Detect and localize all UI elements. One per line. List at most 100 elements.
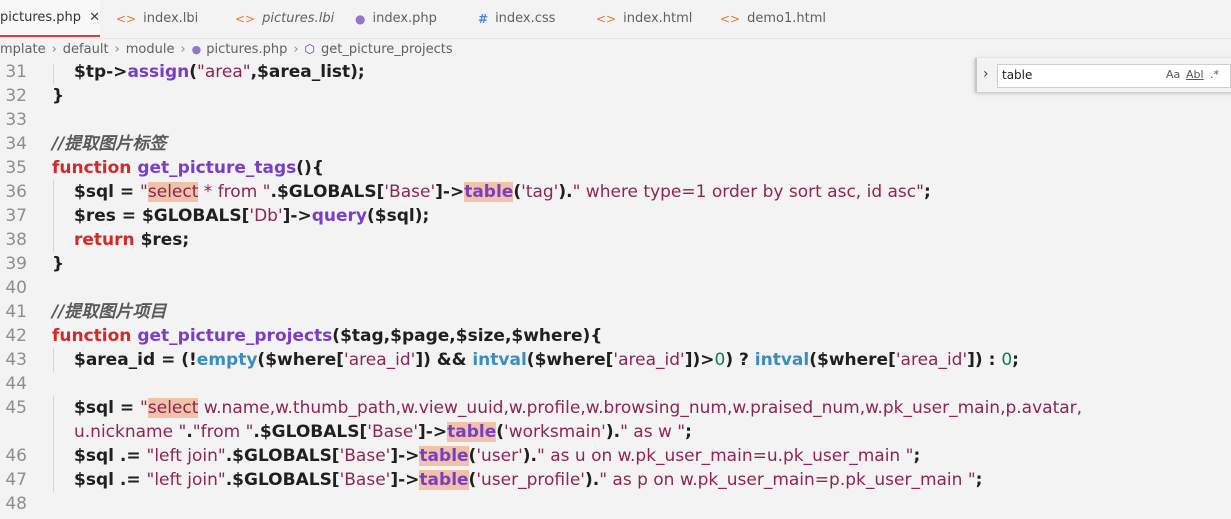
chevron-right-icon: › (180, 41, 186, 57)
indent-guide (53, 444, 54, 468)
code-token: 0 (714, 350, 726, 370)
code-token: ($sql); (366, 206, 430, 226)
code-line[interactable]: 42 function get_picture_projects($tag,$pa… (0, 324, 1231, 348)
method-cube-icon: ⬡ (304, 42, 316, 56)
code-line[interactable]: 47 $sql .= "left join".$GLOBALS['Base']->… (0, 468, 1231, 492)
breadcrumb-item[interactable]: mplate (0, 42, 46, 57)
code-line[interactable]: 38 return $res; (0, 228, 1231, 252)
code-editor[interactable]: 31 $tp->assign("area",$area_list); 32} 33 34… (0, 64, 1231, 519)
breadcrumb-item[interactable]: pictures.php (206, 42, 287, 57)
code-token: ; (913, 446, 921, 466)
match-case-icon[interactable]: Aa (1166, 68, 1180, 81)
tab-label: index.html (623, 11, 693, 26)
code-line[interactable]: 44 (0, 372, 1231, 396)
breadcrumb-item[interactable]: module (126, 42, 175, 57)
chevron-right-icon[interactable]: › (983, 66, 989, 82)
code-token: $sql (74, 470, 114, 490)
code-token: 'area_id' (344, 350, 416, 370)
code-token: table (419, 446, 469, 466)
code-token: intval (472, 350, 527, 370)
code-token: ; (975, 470, 983, 490)
indent-guide (53, 468, 54, 492)
line-number: 45 (5, 398, 27, 418)
html-brackets-icon: <> (596, 11, 617, 26)
tab-pictures-php[interactable]: pictures.php ✕ (0, 0, 100, 37)
code-text: $res = $GLOBALS['Db']->query($sql); (74, 204, 429, 228)
code-token: ). (605, 422, 621, 442)
find-widget: › Aa Abl .* (975, 58, 1231, 92)
code-token: $res (74, 206, 116, 226)
indent-guide (53, 420, 54, 444)
code-token: $sql (74, 182, 114, 202)
code-token: = $GLOBALS[ (115, 206, 250, 226)
regex-icon[interactable]: .* (1210, 68, 1219, 81)
code-line[interactable]: 45 $sql = "select w.name,w.thumb_path,w.v… (0, 396, 1231, 420)
code-line[interactable]: 43 $area_id = (!empty($where['area_id']) … (0, 348, 1231, 372)
code-token: ])> (684, 350, 715, 370)
code-token: 0 (1001, 350, 1013, 370)
find-input[interactable] (1002, 67, 1152, 83)
code-line[interactable]: 33 (0, 108, 1231, 132)
indent-guide (53, 204, 54, 228)
code-line[interactable]: 36 $sql = "select * from ".$GLOBALS['Base… (0, 180, 1231, 204)
tab-index-css[interactable]: # index.css (478, 0, 555, 37)
code-token: ]-> (418, 422, 448, 442)
code-text: $sql .= "left join".$GLOBALS['Base']->ta… (74, 468, 982, 492)
tab-demo1-html[interactable]: <> demo1.html (720, 0, 826, 37)
tab-index-php[interactable]: ● index.php (355, 0, 437, 37)
code-line[interactable]: 34 //提取图片标签 (0, 132, 1231, 156)
line-number: 32 (5, 86, 27, 106)
indent-guide (53, 64, 54, 84)
close-icon[interactable]: ✕ (89, 10, 100, 25)
tab-pictures-lbi[interactable]: <> pictures.lbi (235, 0, 334, 37)
match-whole-word-icon[interactable]: Abl (1186, 68, 1204, 81)
code-text: $tp->assign("area",$area_list); (74, 64, 365, 84)
line-number: 44 (5, 374, 27, 394)
code-token: function (52, 158, 138, 178)
code-line[interactable]: 41 //提取图片项目 (0, 300, 1231, 324)
code-token: ) ? (725, 350, 755, 370)
code-token: "area" (197, 64, 251, 82)
code-token: ). (558, 182, 573, 202)
code-token: table (447, 422, 497, 442)
code-token: $area_id (74, 350, 156, 370)
indent-guide (53, 180, 54, 204)
breadcrumb-item[interactable]: default (63, 42, 109, 57)
code-token: ]-> (390, 470, 420, 490)
code-token: ,$area_list); (250, 64, 365, 82)
code-token: get_picture_projects (137, 326, 333, 346)
code-line[interactable]: 48 (0, 492, 1231, 516)
code-token: ; (685, 422, 692, 442)
code-text: //提取图片标签 (52, 132, 166, 156)
breadcrumb: mplate › default › module › ● pictures.p… (0, 38, 1231, 60)
code-token: empty (196, 350, 258, 370)
php-elephant-icon: ● (191, 42, 202, 56)
code-token: * from " (198, 182, 271, 202)
code-token: ). (522, 446, 537, 466)
code-text: $sql = "select * from ".$GLOBALS['Base']… (74, 180, 931, 204)
code-line[interactable]: u.nickname "."from ".$GLOBALS['Base']->t… (0, 420, 1231, 444)
code-text: } (52, 84, 64, 108)
breadcrumb-item[interactable]: get_picture_projects (321, 42, 453, 57)
tab-label: pictures.php (0, 10, 82, 25)
code-line[interactable]: 40 (0, 276, 1231, 300)
indent-guide (53, 396, 54, 420)
code-token: 'Base' (339, 470, 391, 490)
code-line[interactable]: 37 $res = $GLOBALS['Db']->query($sql); (0, 204, 1231, 228)
line-number: 33 (5, 110, 27, 130)
code-line[interactable]: 46 $sql .= "left join".$GLOBALS['Base']->… (0, 444, 1231, 468)
code-line[interactable]: 35 function get_picture_tags(){ (0, 156, 1231, 180)
code-text: u.nickname "."from ".$GLOBALS['Base']->t… (74, 420, 692, 444)
tab-label: demo1.html (747, 11, 826, 26)
line-number: 47 (5, 470, 27, 490)
line-number: 34 (5, 134, 27, 154)
php-elephant-icon: ● (355, 11, 366, 26)
code-token: "left join" (146, 446, 226, 466)
code-token: ). (584, 470, 600, 490)
code-token: $sql (74, 398, 114, 418)
code-line[interactable]: 39} (0, 252, 1231, 276)
code-token: table (464, 182, 514, 202)
code-token: " as u on w.pk_user_main=u.pk_user_main … (537, 446, 914, 466)
tab-index-lbi[interactable]: <> index.lbi (116, 0, 198, 37)
tab-index-html[interactable]: <> index.html (596, 0, 692, 37)
